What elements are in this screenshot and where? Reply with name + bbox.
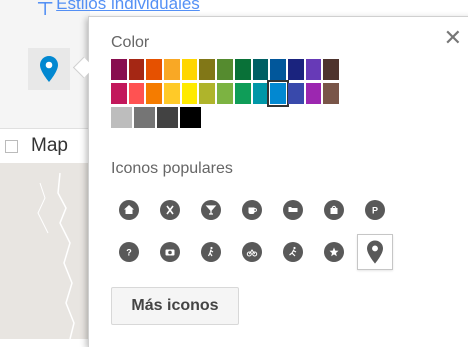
color-swatch[interactable] (270, 59, 286, 80)
hotel-icon[interactable] (275, 192, 311, 228)
icon-row-2: ? (111, 231, 398, 273)
color-swatch[interactable] (181, 59, 198, 80)
color-swatch[interactable] (181, 83, 198, 104)
color-swatch[interactable] (164, 83, 180, 104)
parking-icon[interactable]: P (357, 192, 393, 228)
color-swatch[interactable] (287, 59, 304, 80)
close-icon[interactable]: ✕ (444, 27, 462, 49)
marker-style-button[interactable] (28, 48, 70, 90)
icon-row-1: P (111, 189, 398, 231)
coffee-icon[interactable] (234, 192, 270, 228)
home-icon[interactable] (111, 192, 147, 228)
style-icon: ┬ (38, 0, 53, 14)
color-section-title: Color (111, 34, 150, 51)
color-swatch[interactable] (199, 83, 216, 104)
color-swatch[interactable] (287, 83, 304, 104)
popular-icons-title: Iconos populares (111, 160, 233, 177)
color-swatch[interactable] (305, 83, 322, 104)
color-swatch[interactable] (199, 59, 216, 80)
bar-icon[interactable] (193, 192, 229, 228)
color-swatch[interactable] (128, 59, 145, 80)
style-popup: ✕ Color Iconos populares P ? Más iconos (88, 16, 468, 347)
color-row-1 (111, 59, 341, 81)
color-swatch[interactable] (217, 83, 233, 104)
color-swatch[interactable] (111, 107, 132, 128)
running-icon[interactable] (275, 234, 311, 270)
color-swatch[interactable] (252, 59, 269, 80)
color-swatch[interactable] (111, 83, 127, 104)
cycling-icon[interactable] (234, 234, 270, 270)
color-swatch[interactable] (323, 83, 339, 104)
svg-text:P: P (372, 206, 378, 216)
color-swatch[interactable] (111, 59, 127, 80)
color-swatch[interactable] (267, 80, 289, 107)
star-icon[interactable] (316, 234, 352, 270)
color-swatch[interactable] (323, 59, 339, 80)
layer-label: Map (31, 135, 68, 156)
map-coastline-icon (37, 172, 75, 340)
shopping-icon[interactable] (316, 192, 352, 228)
layer-checkbox[interactable] (5, 139, 18, 153)
color-row-2 (111, 80, 341, 107)
layer-row[interactable]: Map (0, 128, 90, 164)
color-swatch[interactable] (157, 107, 178, 128)
color-swatch[interactable] (217, 59, 233, 80)
more-icons-button[interactable]: Más iconos (111, 287, 239, 325)
color-swatch[interactable] (146, 59, 163, 80)
color-swatch[interactable] (146, 83, 163, 104)
color-swatch[interactable] (164, 59, 180, 80)
color-swatch[interactable] (234, 59, 251, 80)
color-row-3 (111, 107, 341, 129)
svg-text:?: ? (126, 248, 132, 258)
place-icon[interactable] (357, 234, 393, 270)
individual-styles-label: Estilos individuales (56, 0, 200, 13)
color-swatch[interactable] (252, 83, 269, 104)
individual-styles-link[interactable]: ┬ Estilos individuales (38, 0, 200, 15)
hiking-icon[interactable] (193, 234, 229, 270)
color-palette (111, 59, 341, 131)
color-swatch[interactable] (180, 107, 201, 128)
color-swatch[interactable] (134, 107, 155, 128)
camera-icon[interactable] (152, 234, 188, 270)
restaurant-icon[interactable] (152, 192, 188, 228)
map-view[interactable] (0, 163, 90, 340)
location-pin-icon (40, 56, 58, 82)
help-icon[interactable]: ? (111, 234, 147, 270)
color-swatch[interactable] (128, 83, 145, 104)
color-swatch[interactable] (234, 83, 251, 104)
color-swatch[interactable] (305, 59, 322, 80)
icon-grid: P ? (111, 189, 398, 273)
